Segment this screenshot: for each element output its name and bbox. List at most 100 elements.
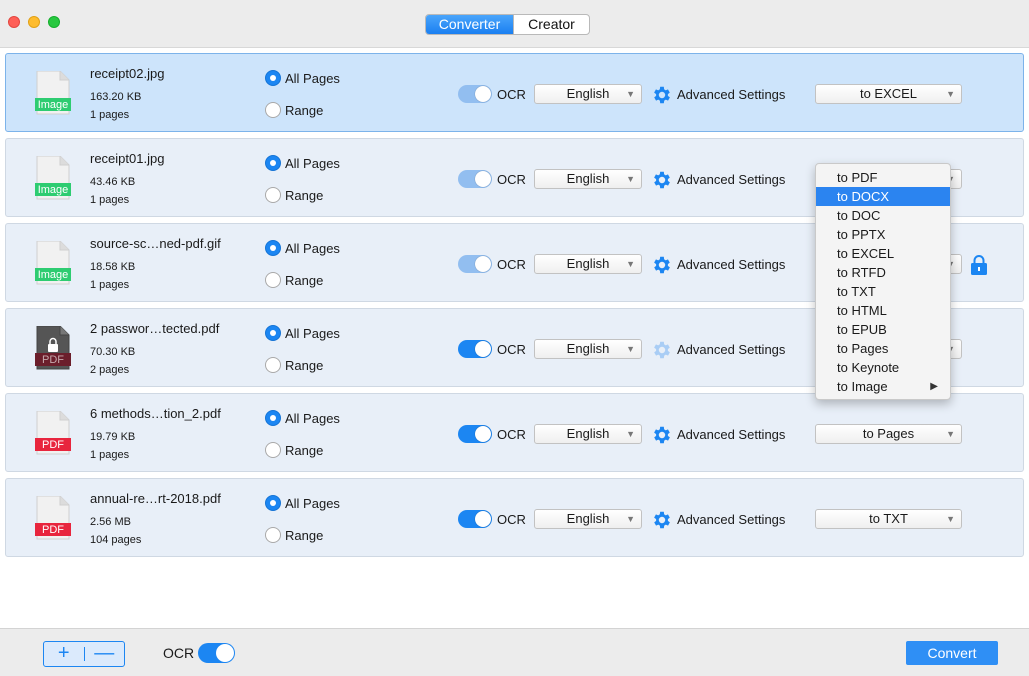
menu-item-to-txt[interactable]: to TXT: [816, 282, 950, 301]
all-pages-radio[interactable]: [265, 155, 281, 171]
gear-icon[interactable]: [651, 509, 673, 531]
chevron-down-icon: ▼: [626, 514, 635, 524]
menu-item-to-doc[interactable]: to DOC: [816, 206, 950, 225]
add-file-button[interactable]: +: [44, 642, 84, 666]
file-page-count: 1 pages: [90, 279, 130, 291]
range-radio[interactable]: [265, 187, 281, 203]
gear-icon[interactable]: [651, 339, 673, 361]
tab-converter[interactable]: Converter: [426, 15, 513, 34]
all-pages-radio[interactable]: [265, 70, 281, 86]
advanced-settings-link[interactable]: Advanced Settings: [677, 512, 785, 527]
language-select[interactable]: English ▼: [534, 339, 642, 359]
ocr-label: OCR: [497, 342, 526, 357]
all-pages-radio[interactable]: [265, 495, 281, 511]
file-page-count: 1 pages: [90, 449, 130, 461]
file-type-badge: PDF: [42, 354, 64, 366]
language-select[interactable]: English ▼: [534, 169, 642, 189]
convert-button[interactable]: Convert: [906, 641, 998, 665]
language-select[interactable]: English ▼: [534, 84, 642, 104]
chevron-down-icon: ▼: [626, 344, 635, 354]
range-radio[interactable]: [265, 272, 281, 288]
all-pages-label: All Pages: [285, 411, 340, 426]
locked-pdf-file-icon: PDF: [35, 326, 71, 370]
all-pages-label: All Pages: [285, 71, 340, 86]
range-label: Range: [285, 443, 324, 458]
ocr-toggle[interactable]: [458, 510, 492, 528]
ocr-toggle[interactable]: [458, 170, 492, 188]
advanced-settings-link[interactable]: Advanced Settings: [677, 427, 785, 442]
file-row[interactable]: PDF 6 methods…tion_2.pdf 19.79 KB 1 page…: [5, 393, 1024, 472]
tab-creator[interactable]: Creator: [513, 15, 589, 34]
file-name: 6 methods…tion_2.pdf: [90, 406, 221, 421]
menu-item-to-pdf[interactable]: to PDF: [816, 168, 950, 187]
window-zoom-button[interactable]: [48, 16, 60, 28]
advanced-settings-link[interactable]: Advanced Settings: [677, 257, 785, 272]
chevron-down-icon: ▼: [626, 174, 635, 184]
remove-file-button[interactable]: —: [85, 642, 125, 666]
ocr-toggle[interactable]: [458, 340, 492, 358]
window-minimize-button[interactable]: [28, 16, 40, 28]
format-dropdown-menu: to PDF to DOCX to DOC to PPTX to EXCEL t…: [815, 163, 951, 400]
range-radio[interactable]: [265, 442, 281, 458]
all-pages-radio[interactable]: [265, 240, 281, 256]
file-size: 19.79 KB: [90, 431, 136, 443]
advanced-settings-link[interactable]: Advanced Settings: [677, 87, 785, 102]
menu-item-to-image[interactable]: to Image ▶: [816, 377, 950, 396]
range-radio[interactable]: [265, 357, 281, 373]
gear-icon[interactable]: [651, 84, 673, 106]
menu-item-to-rtfd[interactable]: to RTFD: [816, 263, 950, 282]
lock-icon[interactable]: [968, 254, 990, 276]
language-value: English: [566, 86, 610, 101]
all-pages-label: All Pages: [285, 496, 340, 511]
file-name: 2 passwor…tected.pdf: [90, 321, 220, 336]
file-row[interactable]: Image receipt02.jpg 163.20 KB 1 pages Al…: [5, 53, 1024, 132]
advanced-settings-link[interactable]: Advanced Settings: [677, 342, 785, 357]
all-pages-radio[interactable]: [265, 325, 281, 341]
output-format-select[interactable]: to EXCEL ▼: [815, 84, 962, 104]
language-select[interactable]: English ▼: [534, 509, 642, 529]
ocr-label: OCR: [497, 87, 526, 102]
menu-item-to-excel[interactable]: to EXCEL: [816, 244, 950, 263]
output-format-select[interactable]: to TXT ▼: [815, 509, 962, 529]
ocr-toggle[interactable]: [458, 255, 492, 273]
pdf-file-icon: PDF: [35, 411, 71, 455]
format-value: to EXCEL: [859, 86, 918, 101]
all-pages-radio[interactable]: [265, 410, 281, 426]
menu-item-to-keynote[interactable]: to Keynote: [816, 358, 950, 377]
all-pages-label: All Pages: [285, 241, 340, 256]
menu-item-to-epub[interactable]: to EPUB: [816, 320, 950, 339]
global-ocr-toggle[interactable]: [198, 643, 235, 663]
pdf-file-icon: PDF: [35, 496, 71, 540]
advanced-settings-link[interactable]: Advanced Settings: [677, 172, 785, 187]
ocr-toggle[interactable]: [458, 85, 492, 103]
add-remove-control: + —: [43, 641, 125, 667]
mode-segmented-control: Converter Creator: [425, 14, 590, 35]
gear-icon[interactable]: [651, 254, 673, 276]
chevron-down-icon: ▼: [946, 429, 955, 439]
range-radio[interactable]: [265, 527, 281, 543]
menu-item-to-html[interactable]: to HTML: [816, 301, 950, 320]
menu-item-to-pages[interactable]: to Pages: [816, 339, 950, 358]
gear-icon[interactable]: [651, 169, 673, 191]
window-close-button[interactable]: [8, 16, 20, 28]
ocr-toggle[interactable]: [458, 425, 492, 443]
ocr-label: OCR: [497, 512, 526, 527]
file-name: receipt02.jpg: [90, 66, 165, 81]
gear-icon[interactable]: [651, 424, 673, 446]
file-size: 43.46 KB: [90, 176, 136, 188]
chevron-down-icon: ▼: [626, 89, 635, 99]
language-select[interactable]: English ▼: [534, 254, 642, 274]
file-page-count: 104 pages: [90, 534, 142, 546]
chevron-down-icon: ▼: [946, 89, 955, 99]
file-size: 70.30 KB: [90, 346, 136, 358]
file-row[interactable]: PDF annual-re…rt-2018.pdf 2.56 MB 104 pa…: [5, 478, 1024, 557]
menu-item-to-docx[interactable]: to DOCX: [816, 187, 950, 206]
format-value: to TXT: [869, 511, 908, 526]
menu-item-to-pptx[interactable]: to PPTX: [816, 225, 950, 244]
menu-item-label: to Image: [837, 379, 888, 394]
language-select[interactable]: English ▼: [534, 424, 642, 444]
global-ocr-label: OCR: [163, 645, 195, 661]
range-radio[interactable]: [265, 102, 281, 118]
output-format-select[interactable]: to Pages ▼: [815, 424, 962, 444]
ocr-label: OCR: [497, 257, 526, 272]
